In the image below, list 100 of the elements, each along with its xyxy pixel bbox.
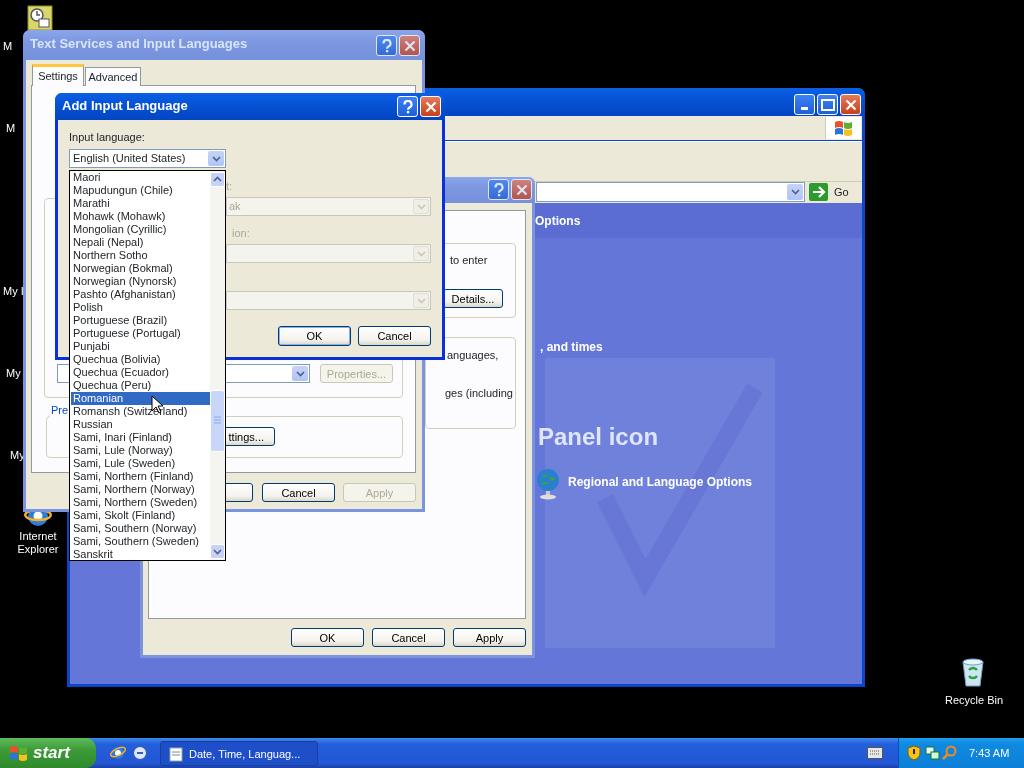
start-button[interactable]: start <box>0 738 96 768</box>
scrollbar[interactable] <box>210 171 225 560</box>
list-option[interactable]: Punjabi <box>71 340 210 353</box>
help-button[interactable] <box>376 35 397 56</box>
caret-icon <box>416 297 426 304</box>
details-button[interactable]: Details... <box>443 289 503 308</box>
close-icon <box>403 39 416 52</box>
close-icon <box>515 183 528 196</box>
tab[interactable]: Settings <box>32 64 84 86</box>
close-button[interactable] <box>420 96 441 117</box>
help-button[interactable] <box>397 96 418 117</box>
help-icon <box>401 99 414 114</box>
caret-icon <box>416 250 426 257</box>
field-label: ion: <box>232 227 250 240</box>
windows-logo-icon <box>834 119 854 137</box>
list-option[interactable]: Norwegian (Bokmal) <box>71 262 210 275</box>
desktop-icon-label: M <box>6 122 16 135</box>
window-title: Text Services and Input Languages <box>23 30 425 60</box>
caret-icon <box>416 203 426 210</box>
list-option[interactable]: Sami, Lule (Norway) <box>71 444 210 457</box>
desktop-icon-label[interactable]: Recycle Bin <box>938 694 1010 707</box>
list-option[interactable]: Sanskrit <box>71 548 210 561</box>
minimize-button[interactable] <box>794 94 815 115</box>
maximize-icon <box>820 98 835 111</box>
desktop-icon-label: My <box>6 367 21 380</box>
list-option[interactable]: Mongolian (Cyrillic) <box>71 223 210 236</box>
maximize-button[interactable] <box>817 94 838 115</box>
network-icon[interactable] <box>924 745 940 761</box>
keyboard-icon[interactable] <box>867 747 883 759</box>
caret-icon <box>211 155 221 162</box>
list-option[interactable]: Sami, Northern (Sweden) <box>71 496 210 509</box>
list-option[interactable]: Sami, Northern (Finland) <box>71 470 210 483</box>
list-option[interactable]: Mapudungun (Chile) <box>71 184 210 197</box>
desktop-icon-label[interactable]: Internet Explorer <box>8 530 68 556</box>
minimize-icon <box>801 107 808 110</box>
dropdown-field[interactable]: English (United States) <box>69 149 226 168</box>
list-option[interactable]: Quechua (Ecuador) <box>71 366 210 379</box>
dialog-button[interactable]: Cancel <box>262 483 335 502</box>
help-icon <box>380 38 393 53</box>
close-button[interactable] <box>399 35 420 56</box>
field-label: Input language: <box>69 131 145 144</box>
dialog-button[interactable]: OK <box>291 628 364 647</box>
list-option[interactable]: Portuguese (Portugal) <box>71 327 210 340</box>
field-label: t: <box>226 180 233 193</box>
help-button[interactable] <box>488 179 509 200</box>
close-icon <box>844 98 857 111</box>
control-panel-link[interactable]: Regional and Language Options <box>568 476 752 489</box>
caret-icon <box>295 370 305 377</box>
description-text: ges (including <box>445 387 513 400</box>
list-option[interactable]: Maori <box>71 171 210 184</box>
internet-explorer-icon[interactable] <box>109 744 127 762</box>
list-option[interactable]: Pashto (Afghanistan) <box>71 288 210 301</box>
dialog-button[interactable]: Cancel <box>358 326 431 346</box>
list-option[interactable]: Sami, Southern (Norway) <box>71 522 210 535</box>
shield-icon[interactable] <box>907 745 921 761</box>
close-button[interactable] <box>840 94 861 115</box>
field-value: ak <box>229 200 241 213</box>
list-option[interactable]: Marathi <box>71 197 210 210</box>
list-option[interactable]: Quechua (Bolivia) <box>71 353 210 366</box>
group-label: Pre <box>50 404 70 417</box>
tab[interactable]: Advanced <box>85 67 141 86</box>
clock-document-icon <box>27 5 53 31</box>
go-arrow-icon <box>809 183 828 201</box>
task-link[interactable]: , and times <box>540 341 603 354</box>
list-option[interactable]: Romanian <box>71 392 210 405</box>
list-option[interactable]: Norwegian (Nynorsk) <box>71 275 210 288</box>
help-icon <box>492 182 505 197</box>
section-title: Options <box>535 215 581 228</box>
windows-logo-icon <box>9 744 29 762</box>
list-option[interactable]: Sami, Lule (Sweden) <box>71 457 210 470</box>
list-option[interactable]: Sami, Skolt (Finland) <box>71 509 210 522</box>
list-option[interactable]: Sami, Southern (Sweden) <box>71 535 210 548</box>
dropdown-field[interactable] <box>226 291 431 310</box>
clock: 7:43 AM <box>969 747 1010 760</box>
close-button[interactable] <box>511 179 532 200</box>
dialog-button[interactable]: Apply <box>453 628 526 647</box>
dropdown-field[interactable] <box>226 244 431 263</box>
list-option[interactable]: Northern Sotho <box>71 249 210 262</box>
go-button[interactable]: Go <box>809 183 859 201</box>
description-text: to enter <box>450 254 488 267</box>
list-option[interactable]: Nepali (Nepal) <box>71 236 210 249</box>
globe-icon <box>535 468 561 500</box>
desktop-icon-label: My I <box>3 285 24 298</box>
window-icon <box>169 747 183 762</box>
list-option[interactable]: Quechua (Peru) <box>71 379 210 392</box>
dialog-button[interactable]: OK <box>278 326 351 346</box>
list-option[interactable]: Portuguese (Brazil) <box>71 314 210 327</box>
address-field[interactable] <box>536 182 805 202</box>
close-icon <box>424 100 437 113</box>
desktop-icon-label: M <box>3 40 13 53</box>
list-option[interactable]: Mohawk (Mohawk) <box>71 210 210 223</box>
taskbar-button[interactable]: Date, Time, Languag... <box>160 741 318 766</box>
window-title: Add Input Language <box>55 93 445 120</box>
caret-icon <box>790 189 800 195</box>
list-option[interactable]: Polish <box>71 301 210 314</box>
list-option[interactable]: Romansh (Switzerland) <box>71 405 210 418</box>
list-option[interactable]: Sami, Northern (Norway) <box>71 483 210 496</box>
heading: Panel icon <box>538 423 659 451</box>
dialog-button[interactable]: Cancel <box>372 628 445 647</box>
dropdown-field[interactable] <box>226 197 431 216</box>
